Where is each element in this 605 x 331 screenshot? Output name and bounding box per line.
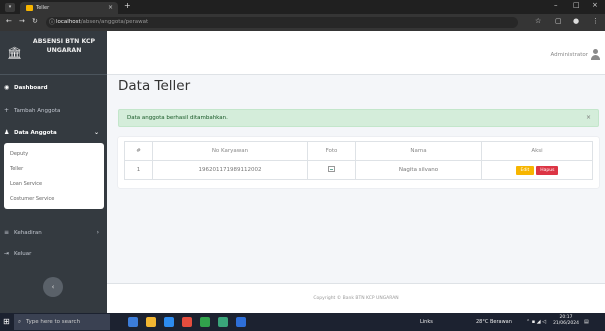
vscode-icon[interactable] xyxy=(236,317,246,327)
broken-image-icon xyxy=(328,166,335,172)
windows-start-icon[interactable]: ⊞ xyxy=(3,317,10,326)
top-navbar: Administrator xyxy=(107,31,605,75)
brand-title: ABSENSI BTN KCP UNGARAN xyxy=(32,38,96,54)
footer: Copyright © Bank BTN KCP UNGARAN xyxy=(107,283,605,313)
sidebar-collapse-button[interactable]: ‹ xyxy=(43,277,63,297)
submenu-item-loan-service[interactable]: Loan Service xyxy=(10,181,42,187)
users-icon: ♟ xyxy=(4,129,10,136)
bank-icon: 🏛 xyxy=(7,46,23,60)
minimize-icon[interactable]: – xyxy=(554,1,558,9)
app-icon[interactable] xyxy=(200,317,210,327)
sidebar-item-dashboard[interactable]: ◉ Dashboard xyxy=(0,80,107,96)
action-cell: Edit Hapus xyxy=(481,160,593,180)
sidebar-item-data-anggota[interactable]: ♟ Data Anggota ⌄ xyxy=(0,125,107,141)
weather-label[interactable]: 28°C Berawan xyxy=(476,313,512,331)
column-header: # xyxy=(124,141,153,161)
new-tab-icon[interactable]: + xyxy=(124,1,131,10)
alert-message: Data anggota berhasil ditambahkan. xyxy=(127,115,228,121)
submenu-item-teller[interactable]: Teller xyxy=(10,166,23,172)
search-icon: ⌕ xyxy=(18,319,22,325)
clock-date: 21/06/2024 xyxy=(553,321,579,326)
browser-tab[interactable]: Teller × xyxy=(20,2,118,14)
sidebar-item-label: Data Anggota xyxy=(14,130,57,136)
data-table-card: # No Karyawan Foto Nama Aksi 1 196201171… xyxy=(118,137,599,188)
alert-close-icon[interactable]: × xyxy=(586,110,591,126)
brand[interactable]: 🏛 ABSENSI BTN KCP UNGARAN xyxy=(0,31,107,75)
data-anggota-submenu: Deputy Teller Loan Service Costumer Serv… xyxy=(4,143,104,209)
submenu-item-costumer-service[interactable]: Costumer Service xyxy=(10,196,54,202)
system-tray-icons[interactable]: ⌃ ▪ ◢ ◁ xyxy=(526,313,546,331)
site-info-icon[interactable]: ⓘ xyxy=(49,17,55,28)
clock[interactable]: 20:17 21/06/2024 xyxy=(553,315,579,327)
edit-button[interactable]: Edit xyxy=(515,165,535,175)
list-icon: ≡ xyxy=(4,229,10,236)
logout-icon: ⇥ xyxy=(4,250,10,257)
tab-menu-icon[interactable]: ▾ xyxy=(5,3,15,12)
user-name[interactable]: Administrator xyxy=(551,52,589,58)
sidebar-item-label: Dashboard xyxy=(14,85,48,91)
browser-toolbar: ← → ↻ ⓘ localhost/absen/anggota/perawat … xyxy=(0,14,605,31)
sidebar: 🏛 ABSENSI BTN KCP UNGARAN ◉ Dashboard + … xyxy=(0,31,107,313)
bookmark-star-icon[interactable]: ☆ xyxy=(535,17,541,25)
sidebar-item-kehadiran[interactable]: ≡ Kehadiran › xyxy=(0,225,107,241)
column-header: Aksi xyxy=(481,141,593,161)
address-bar[interactable]: ⓘ localhost/absen/anggota/perawat xyxy=(46,17,518,28)
column-header: Foto xyxy=(307,141,356,161)
employee-name: Nagita silvano xyxy=(355,160,482,180)
links-label[interactable]: Links xyxy=(420,313,433,331)
dashboard-icon: ◉ xyxy=(4,84,10,91)
chrome-icon[interactable] xyxy=(182,317,192,327)
task-view-icon[interactable] xyxy=(128,317,138,327)
sidebar-item-keluar[interactable]: ⇥ Keluar xyxy=(0,246,107,262)
app-icon[interactable] xyxy=(218,317,228,327)
store-icon[interactable] xyxy=(164,317,174,327)
close-tab-icon[interactable]: × xyxy=(108,2,113,14)
file-explorer-icon[interactable] xyxy=(146,317,156,327)
success-alert: Data anggota berhasil ditambahkan. × xyxy=(118,109,599,127)
column-header: Nama xyxy=(355,141,482,161)
sidebar-item-label: Tambah Anggota xyxy=(14,108,61,114)
delete-button[interactable]: Hapus xyxy=(536,165,559,175)
user-avatar-icon[interactable] xyxy=(591,49,600,60)
screen: ▾ Teller × + – □ × ← → ↻ ⓘ localhost/abs… xyxy=(0,0,605,331)
forward-icon[interactable]: → xyxy=(19,17,25,25)
taskbar: ⊞ ⌕ Type here to search Links 28°C Beraw… xyxy=(0,313,605,331)
photo-cell xyxy=(307,160,356,180)
employee-number: 196201171989112002 xyxy=(152,160,308,180)
sidebar-item-label: Kehadiran xyxy=(14,230,42,236)
teller-table: # No Karyawan Foto Nama Aksi 1 196201171… xyxy=(124,141,593,180)
page-title: Data Teller xyxy=(118,78,191,94)
window-close-icon[interactable]: × xyxy=(592,1,598,9)
url-host: localhost xyxy=(56,19,81,25)
sidebar-item-tambah-anggota[interactable]: + Tambah Anggota xyxy=(0,103,107,119)
notifications-icon[interactable]: ▤ xyxy=(584,313,589,331)
browser-menu-icon[interactable]: ⋮ xyxy=(592,17,599,25)
back-icon[interactable]: ← xyxy=(6,17,12,25)
table-row: 1 196201171989112002 Nagita silvano Edit… xyxy=(124,160,593,180)
column-header: No Karyawan xyxy=(152,141,308,161)
add-user-icon: + xyxy=(4,107,10,114)
chevron-right-icon: › xyxy=(96,229,99,236)
favicon-icon xyxy=(26,5,33,11)
submenu-item-deputy[interactable]: Deputy xyxy=(10,151,28,157)
chevron-down-icon: ⌄ xyxy=(93,129,99,136)
maximize-icon[interactable]: □ xyxy=(573,1,580,9)
extensions-icon[interactable]: ▢ xyxy=(555,17,562,25)
search-placeholder: Type here to search xyxy=(26,319,81,325)
browser-tab-strip: ▾ Teller × + – □ × xyxy=(0,0,605,14)
sidebar-item-label: Keluar xyxy=(14,251,32,257)
taskbar-search-box[interactable]: ⌕ Type here to search xyxy=(14,314,110,330)
profile-icon[interactable]: ● xyxy=(573,17,579,25)
url-path: /absen/anggota/perawat xyxy=(80,19,149,25)
tab-title: Teller xyxy=(36,5,50,11)
table-header-row: # No Karyawan Foto Nama Aksi xyxy=(124,141,593,161)
row-number: 1 xyxy=(124,160,153,180)
reload-icon[interactable]: ↻ xyxy=(32,17,38,25)
